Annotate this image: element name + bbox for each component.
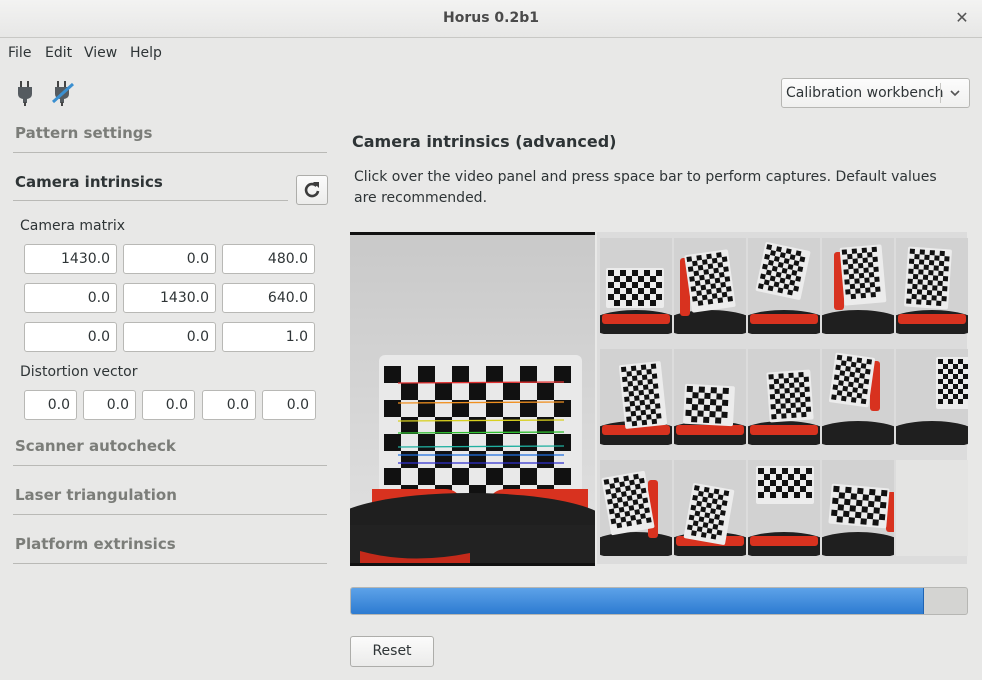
capture-thumbnail <box>674 349 746 445</box>
capture-thumbnail <box>674 460 746 556</box>
capture-thumbnail <box>674 238 746 334</box>
empty-capture-slot <box>896 460 968 556</box>
camera-matrix-field[interactable]: 0.0 <box>24 322 117 352</box>
capture-thumbnail <box>600 460 672 556</box>
workbench-select[interactable]: Calibration workbench <box>781 78 970 108</box>
capture-thumbnail <box>600 349 672 445</box>
restore-defaults-button[interactable] <box>296 175 328 205</box>
distortion-field[interactable]: 0.0 <box>83 390 136 420</box>
section-camera-intrinsics[interactable]: Camera intrinsics <box>15 173 163 191</box>
capture-thumbnail <box>822 349 894 445</box>
section-pattern-settings[interactable]: Pattern settings <box>15 124 152 142</box>
page-title: Camera intrinsics (advanced) <box>352 132 617 151</box>
reset-button[interactable]: Reset <box>350 636 434 667</box>
capture-thumbnail <box>748 460 820 556</box>
distortion-field[interactable]: 0.0 <box>202 390 256 420</box>
refresh-icon <box>304 182 320 198</box>
divider <box>13 465 327 466</box>
divider <box>13 152 327 153</box>
divider <box>13 200 288 201</box>
workbench-select-value: Calibration workbench <box>786 85 944 101</box>
menu-view[interactable]: View <box>84 45 117 61</box>
capture-progress-bar <box>350 587 968 615</box>
captures-grid <box>597 232 968 564</box>
section-platform-extrinsics[interactable]: Platform extrinsics <box>15 535 176 553</box>
capture-thumbnail <box>822 460 894 556</box>
section-laser-triangulation[interactable]: Laser triangulation <box>15 486 177 504</box>
plug-connected-icon[interactable] <box>15 80 35 106</box>
camera-matrix-field[interactable]: 0.0 <box>24 283 117 313</box>
window-title: Horus 0.2b1 <box>443 10 539 26</box>
camera-feed-image <box>350 235 595 563</box>
video-panel[interactable] <box>350 232 595 566</box>
capture-thumbnail <box>748 238 820 334</box>
camera-matrix-field[interactable]: 480.0 <box>222 244 315 274</box>
chevron-down-icon <box>944 83 966 103</box>
divider <box>13 563 327 564</box>
camera-matrix-field[interactable]: 0.0 <box>123 322 216 352</box>
distortion-vector-label: Distortion vector <box>20 364 138 380</box>
instructions-text: Click over the video panel and press spa… <box>354 169 937 206</box>
menu-help[interactable]: Help <box>130 45 162 61</box>
camera-matrix-field[interactable]: 640.0 <box>222 283 315 313</box>
capture-thumbnail <box>748 349 820 445</box>
distortion-field[interactable]: 0.0 <box>142 390 195 420</box>
combo-separator <box>940 83 941 103</box>
camera-matrix-field[interactable]: 0.0 <box>123 244 216 274</box>
capture-thumbnail <box>896 349 968 445</box>
menu-edit[interactable]: Edit <box>45 45 72 61</box>
divider <box>13 514 327 515</box>
distortion-field[interactable]: 0.0 <box>24 390 77 420</box>
camera-matrix-field[interactable]: 1.0 <box>222 322 315 352</box>
menu-file[interactable]: File <box>8 45 31 61</box>
progress-fill <box>351 588 924 614</box>
plug-disconnected-icon[interactable] <box>51 80 75 106</box>
section-scanner-autocheck[interactable]: Scanner autocheck <box>15 437 176 455</box>
menu-bar: File Edit View Help <box>0 38 982 68</box>
camera-matrix-field[interactable]: 1430.0 <box>123 283 216 313</box>
close-icon[interactable]: ✕ <box>954 9 970 27</box>
capture-thumbnail <box>822 238 894 334</box>
capture-thumbnail <box>896 238 968 334</box>
camera-matrix-field[interactable]: 1430.0 <box>24 244 117 274</box>
title-bar: Horus 0.2b1 ✕ <box>0 0 982 38</box>
distortion-field[interactable]: 0.0 <box>262 390 316 420</box>
camera-matrix-label: Camera matrix <box>20 218 126 234</box>
capture-thumbnail <box>600 238 672 334</box>
